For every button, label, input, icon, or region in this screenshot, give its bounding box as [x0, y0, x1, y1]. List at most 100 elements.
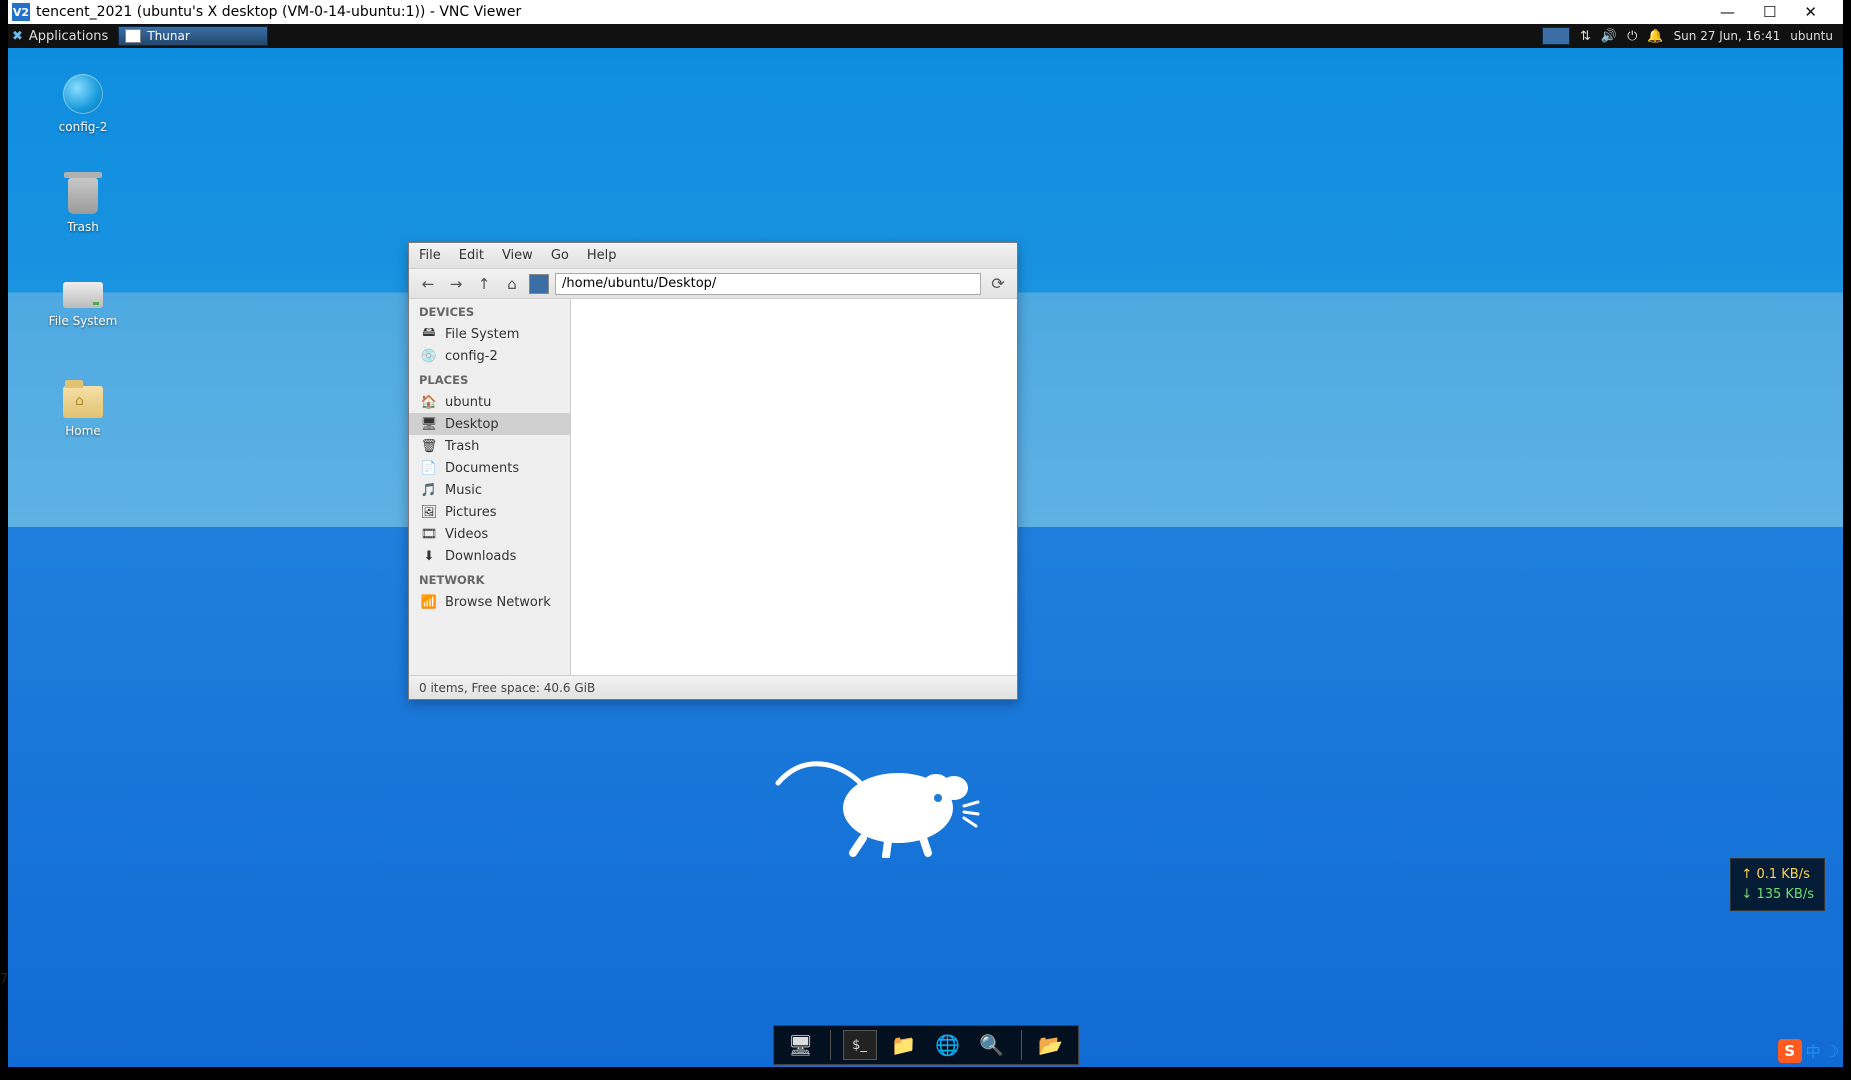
dock-terminal[interactable]: $_ — [843, 1030, 877, 1060]
sidebar-place-pictures[interactable]: 🖼 Pictures — [409, 501, 570, 523]
disc-icon — [63, 74, 103, 114]
pictures-icon: 🖼 — [421, 504, 437, 520]
config2-icon: 💿 — [421, 348, 437, 364]
netspeed-up: ↑ 0.1 KB/s — [1741, 865, 1814, 885]
sidebar-item-label: Downloads — [445, 549, 516, 564]
window-maximize-button[interactable]: ☐ — [1763, 3, 1776, 21]
nav-back-button[interactable]: ← — [417, 273, 439, 295]
location-path-input[interactable] — [555, 273, 981, 295]
menu-file[interactable]: File — [419, 248, 441, 263]
ime-lang-icon[interactable]: 中 — [1802, 1041, 1825, 1062]
dock-separator — [830, 1030, 831, 1060]
sidebar-item-label: Browse Network — [445, 595, 551, 610]
session-user-label[interactable]: ubuntu — [1790, 29, 1833, 43]
dock-user-home[interactable]: 📂 — [1034, 1030, 1068, 1060]
sidebar-place-trash[interactable]: 🗑 Trash — [409, 435, 570, 457]
sidebar-item-label: Videos — [445, 527, 488, 542]
xfce-mouse-logo — [768, 738, 988, 858]
desktop-icon-trash[interactable]: Trash — [38, 178, 128, 234]
thunar-toolbar: ← → ↑ ⌂ ⟳ — [409, 269, 1017, 299]
thunar-window: File Edit View Go Help ← → ↑ ⌂ ⟳ DEVICES… — [408, 242, 1018, 700]
workspace-switcher[interactable] — [1542, 27, 1570, 45]
sidebar-place-documents[interactable]: 📄Documents — [409, 457, 570, 479]
ime-mode-icon[interactable]: ☽ — [1825, 1042, 1843, 1061]
dock-separator — [1021, 1030, 1022, 1060]
dock-appfinder[interactable]: 🔍 — [975, 1030, 1009, 1060]
sidebar-place-ubuntu[interactable]: 🏠 ubuntu — [409, 391, 570, 413]
filesystem-icon: 🖴 — [421, 326, 437, 342]
menu-help[interactable]: Help — [587, 248, 617, 263]
sidebar-device-config2[interactable]: 💿config-2 — [409, 345, 570, 367]
drive-icon — [63, 282, 103, 308]
sidebar-item-label: Trash — [445, 439, 479, 454]
desktop-icon-label: config-2 — [38, 120, 128, 134]
window-minimize-button[interactable]: — — [1720, 3, 1735, 21]
thunar-status-bar: 0 items, Free space: 40.6 GiB — [409, 675, 1017, 699]
nav-up-button[interactable]: ↑ — [473, 273, 495, 295]
desktop-icon: 🖥 — [421, 416, 437, 432]
taskbar-item-thunar[interactable]: Thunar — [118, 26, 268, 46]
sidebar-header-network: NETWORK — [409, 567, 570, 591]
stray-number: 7 — [0, 972, 8, 987]
sidebar-item-label: Music — [445, 483, 482, 498]
menu-view[interactable]: View — [502, 248, 533, 263]
notifications-tray-icon[interactable]: 🔔 — [1647, 29, 1663, 44]
trash-icon: 🗑 — [421, 438, 437, 454]
nav-forward-button[interactable]: → — [445, 273, 467, 295]
reload-button[interactable]: ⟳ — [987, 274, 1009, 293]
power-tray-icon[interactable]: ⏻ — [1627, 29, 1637, 44]
desktop-area[interactable]: config-2 Trash File System ⌂ Home Fi — [8, 48, 1843, 1067]
sidebar-header-places: PLACES — [409, 367, 570, 391]
music-icon: 🎵 — [421, 482, 437, 498]
sidebar-header-devices: DEVICES — [409, 299, 570, 323]
sidebar-network-browse[interactable]: 📶 Browse Network — [409, 591, 570, 613]
applications-label: Applications — [29, 29, 108, 44]
desktop-icon-label: Trash — [38, 220, 128, 234]
network-tray-icon[interactable]: ⇅ — [1580, 29, 1591, 44]
applications-menu-button[interactable]: ✖ Applications — [8, 24, 118, 48]
thunar-content-pane[interactable] — [571, 299, 1017, 675]
window-close-button[interactable]: ✕ — [1804, 3, 1817, 21]
system-tray: ⇅ 🔊 ⏻ 🔔 Sun 27 Jun, 16:41 ubuntu — [1538, 27, 1843, 45]
desktop-icon-label: File System — [38, 314, 128, 328]
sidebar-item-label: ubuntu — [445, 395, 491, 410]
nav-home-button[interactable]: ⌂ — [501, 273, 523, 295]
sidebar-place-desktop[interactable]: 🖥 Desktop — [409, 413, 570, 435]
dock-files[interactable]: 📁 — [887, 1030, 921, 1060]
menu-edit[interactable]: Edit — [459, 248, 484, 263]
dock-show-desktop[interactable]: 🖥 — [784, 1030, 818, 1060]
sidebar-item-label: Desktop — [445, 417, 499, 432]
desktop-icon-config2[interactable]: config-2 — [38, 74, 128, 134]
vnc-title-text: tencent_2021 (ubuntu's X desktop (VM-0-1… — [36, 4, 521, 20]
sogou-ime-icon[interactable]: S — [1778, 1039, 1802, 1063]
vnc-titlebar: V2 tencent_2021 (ubuntu's X desktop (VM-… — [8, 0, 1843, 24]
sidebar-device-filesystem[interactable]: 🖴File System — [409, 323, 570, 345]
thunar-task-icon — [125, 29, 141, 43]
taskbar-item-label: Thunar — [147, 29, 189, 43]
path-style-toggle[interactable] — [529, 274, 549, 294]
desktop-icon-filesystem[interactable]: File System — [38, 282, 128, 328]
dock-web-browser[interactable]: 🌐 — [931, 1030, 965, 1060]
trash-icon — [68, 178, 98, 214]
downloads-icon: ⬇ — [421, 548, 437, 564]
sidebar-place-downloads[interactable]: ⬇ Downloads — [409, 545, 570, 567]
volume-tray-icon[interactable]: 🔊 — [1601, 29, 1617, 44]
videos-icon: 🎞 — [421, 526, 437, 542]
clock-label[interactable]: Sun 27 Jun, 16:41 — [1674, 29, 1781, 43]
documents-icon: 📄 — [421, 460, 437, 476]
netspeed-widget: ↑ 0.1 KB/s ↓ 135 KB/s — [1730, 858, 1825, 911]
menu-go[interactable]: Go — [551, 248, 569, 263]
thunar-sidebar: DEVICES 🖴File System💿config-2 PLACES 🏠 ub… — [409, 299, 571, 675]
ime-indicator[interactable]: S 中 ☽ — [1778, 1039, 1843, 1063]
bottom-dock: 🖥 $_ 📁 🌐 🔍 📂 — [773, 1025, 1079, 1065]
desktop-icon-home[interactable]: ⌂ Home — [38, 386, 128, 438]
home-folder-icon: ⌂ — [63, 386, 103, 418]
netspeed-down: ↓ 135 KB/s — [1741, 885, 1814, 905]
browse-icon: 📶 — [421, 594, 437, 610]
sidebar-place-videos[interactable]: 🎞 Videos — [409, 523, 570, 545]
xfce-logo-icon: ✖ — [12, 29, 23, 44]
ubuntu-icon: 🏠 — [421, 394, 437, 410]
sidebar-item-label: Pictures — [445, 505, 496, 520]
xfce-top-panel: ✖ Applications Thunar ⇅ 🔊 ⏻ 🔔 Sun 27 Jun… — [8, 24, 1843, 48]
sidebar-place-music[interactable]: 🎵 Music — [409, 479, 570, 501]
